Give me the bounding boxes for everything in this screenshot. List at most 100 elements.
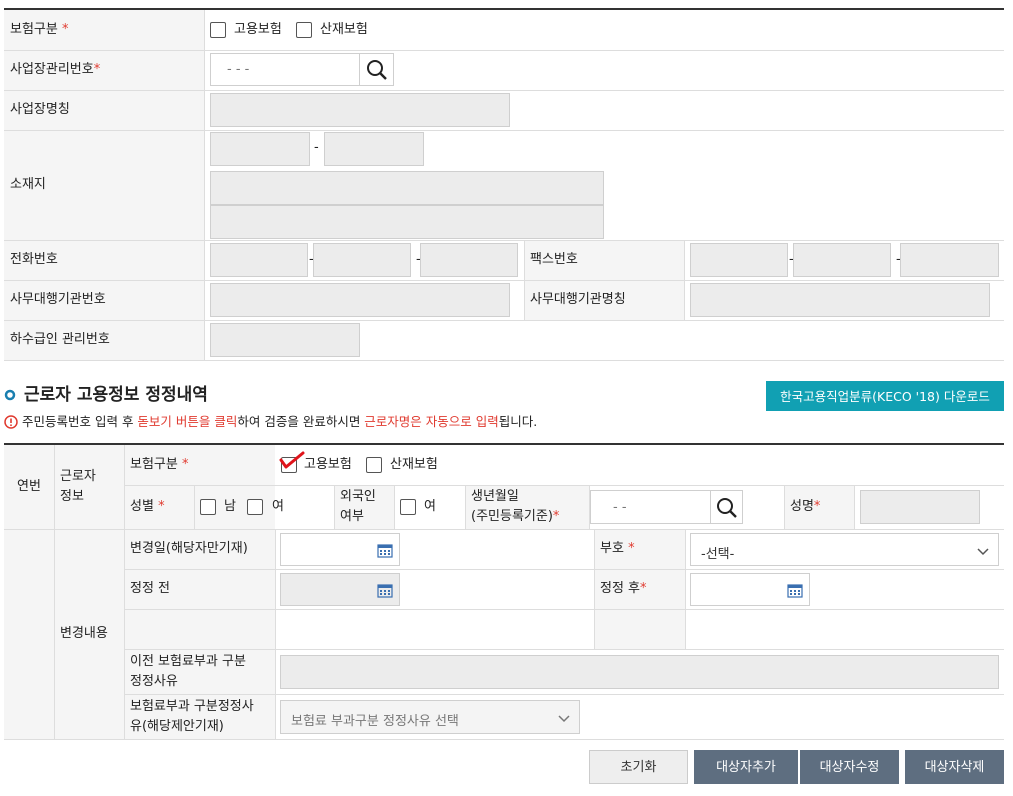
- birth-label-1: 생년월일: [471, 489, 519, 504]
- add-worker-button[interactable]: 대상자추가: [694, 750, 798, 784]
- insurance-type-label: 보험구분 *: [130, 457, 189, 472]
- delete-worker-button[interactable]: 대상자삭제: [905, 750, 1004, 784]
- sign-select-value: -선택-: [701, 547, 735, 562]
- change-date-label: 변경일(해당자만기재): [130, 541, 248, 556]
- female-label: 여: [272, 499, 284, 514]
- insurance-type-label: 보험구분 *: [10, 22, 69, 37]
- employment-insurance-label: 고용보험: [234, 22, 282, 37]
- business-no-placeholder: - - -: [227, 62, 250, 77]
- worker-info-label-2: 정보: [60, 489, 84, 504]
- col-divider: [594, 529, 595, 649]
- birth-input[interactable]: - -: [590, 490, 711, 524]
- row-divider: [4, 90, 1004, 91]
- after-date-input[interactable]: [690, 573, 810, 606]
- before-date-input[interactable]: [280, 573, 400, 606]
- prev-reason-input[interactable]: [280, 655, 999, 689]
- industrial-insurance-label: 산재보험: [320, 22, 368, 37]
- foreigner-checkbox[interactable]: [400, 499, 416, 515]
- chevron-down-icon: [558, 715, 570, 723]
- business-no-search-button[interactable]: [359, 53, 394, 86]
- industrial-insurance-checkbox[interactable]: [296, 22, 312, 38]
- sign-label: 부호 *: [600, 541, 635, 556]
- reason-select[interactable]: 보험료 부과구분 정정사유 선택: [280, 700, 580, 734]
- alert-icon: [4, 415, 18, 429]
- row-divider: [124, 694, 1004, 695]
- calendar-icon[interactable]: [377, 543, 393, 558]
- change-date-input[interactable]: [280, 533, 400, 566]
- col-divider: [465, 485, 466, 529]
- phone-input-1[interactable]: [210, 243, 308, 277]
- address-label: 소재지: [10, 177, 46, 192]
- male-checkbox[interactable]: [200, 499, 216, 515]
- zipcode-input-1[interactable]: [210, 132, 310, 166]
- col-divider: [784, 485, 785, 529]
- birth-search-button[interactable]: [710, 490, 743, 524]
- business-name-input[interactable]: [210, 93, 510, 127]
- business-name-label: 사업장명칭: [10, 102, 70, 117]
- row-divider: [124, 569, 1004, 570]
- col-divider: [684, 240, 685, 320]
- row-divider: [4, 240, 1004, 241]
- employment-insurance-checkbox[interactable]: [210, 22, 226, 38]
- row-divider: [4, 320, 1004, 321]
- fax-input-2[interactable]: [793, 243, 891, 277]
- address-line-2-input[interactable]: [210, 205, 604, 239]
- row-divider: [4, 50, 1004, 51]
- birth-placeholder: - -: [613, 500, 627, 515]
- calendar-icon[interactable]: [787, 583, 803, 598]
- phone-input-3[interactable]: [420, 243, 518, 277]
- keco-download-button[interactable]: 한국고용직업분류(KECO '18) 다운로드: [766, 381, 1004, 411]
- after-label: 정정 후*: [600, 581, 647, 596]
- reason-select-value: 보험료 부과구분 정정사유 선택: [291, 714, 459, 729]
- foreigner-yes-label: 여: [424, 499, 436, 514]
- col-divider: [124, 445, 125, 739]
- bullet-icon: [4, 389, 16, 401]
- agent-name-label: 사무대행기관명칭: [530, 292, 626, 307]
- row-divider: [124, 485, 1004, 486]
- name-input[interactable]: [860, 490, 980, 524]
- checkmark-icon: [279, 451, 305, 469]
- male-label: 남: [224, 499, 236, 514]
- seq-label: 연번: [17, 479, 41, 494]
- search-icon: [717, 498, 737, 518]
- reset-button[interactable]: 초기화: [589, 750, 688, 784]
- calendar-icon[interactable]: [377, 583, 393, 598]
- industrial-insurance-checkbox[interactable]: [366, 457, 382, 473]
- agent-no-input[interactable]: [210, 283, 510, 317]
- row-divider: [4, 280, 1004, 281]
- reason-label-1: 보험료부과 구분정정사: [130, 699, 254, 714]
- change-content-label: 변경내용: [60, 626, 108, 641]
- edit-worker-button[interactable]: 대상자수정: [800, 750, 899, 784]
- fax-input-1[interactable]: [690, 243, 788, 277]
- phone-label: 전화번호: [10, 252, 58, 267]
- birth-label-2: (주민등록기준)*: [471, 509, 560, 524]
- row-divider: [4, 130, 1004, 131]
- search-icon: [367, 60, 387, 80]
- female-checkbox[interactable]: [247, 499, 263, 515]
- sign-select[interactable]: -선택-: [690, 533, 999, 566]
- prev-reason-label-1: 이전 보험료부과 구분: [130, 654, 246, 669]
- sub-recipient-input[interactable]: [210, 323, 360, 357]
- col-divider: [54, 445, 55, 739]
- row-bg: [275, 445, 1005, 485]
- industrial-insurance-label: 산재보험: [390, 457, 438, 472]
- phone-input-2[interactable]: [313, 243, 411, 277]
- col-divider: [204, 10, 205, 360]
- gender-label: 성별 *: [130, 499, 165, 514]
- notice-text: 주민등록번호 입력 후 돋보기 버튼을 클릭하여 검증을 완료하시면 근로자명은…: [22, 414, 538, 429]
- foreigner-label-1: 외국인: [340, 489, 376, 504]
- row-divider: [4, 360, 1004, 361]
- worker-info-label-1: 근로자: [60, 469, 96, 484]
- sub-recipient-label: 하수급인 관리번호: [10, 332, 110, 347]
- col-divider: [685, 529, 686, 649]
- zipcode-input-2[interactable]: [324, 132, 424, 166]
- row-divider: [124, 649, 1004, 650]
- col-divider: [334, 485, 335, 529]
- section-title: 근로자 고용정보 정정내역: [24, 385, 208, 405]
- fax-input-3[interactable]: [900, 243, 999, 277]
- address-line-1-input[interactable]: [210, 171, 604, 205]
- prev-reason-label-2: 정정사유: [130, 674, 178, 689]
- col-divider: [275, 529, 276, 739]
- business-no-input[interactable]: - - -: [210, 53, 360, 86]
- agent-name-input[interactable]: [690, 283, 990, 317]
